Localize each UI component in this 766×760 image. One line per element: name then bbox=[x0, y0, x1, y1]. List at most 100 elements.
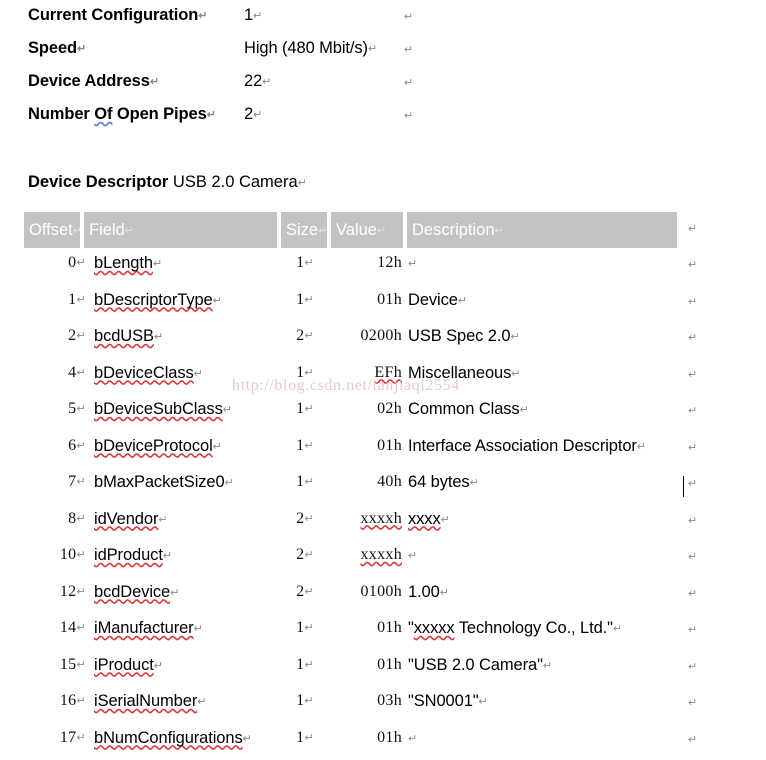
cell-description: Interface Association Descriptor ↵ bbox=[408, 437, 646, 456]
table-row[interactable]: 2 ↵ bcdUSB ↵ 2 ↵ 0200h USB Spec 2.0 ↵ ↵ bbox=[24, 321, 724, 358]
cell-size-text: 1 bbox=[296, 436, 305, 454]
cell-size: 1 ↵ bbox=[274, 364, 314, 382]
paragraph-mark-icon: ↵ bbox=[304, 731, 314, 744]
column-header-field[interactable]: Field ↵ bbox=[84, 212, 277, 248]
cell-offset: 5 ↵ bbox=[24, 400, 86, 418]
table-row[interactable]: 14 ↵ iManufacturer ↵ 1 ↵ 01h "xxxxx Technolo… bbox=[24, 613, 724, 650]
paragraph-mark-icon: ↵ bbox=[76, 622, 86, 634]
paragraph-mark-icon: ↵ bbox=[297, 177, 307, 189]
cell-field: bLength ↵ bbox=[94, 254, 162, 273]
cell-value: 12h bbox=[324, 254, 402, 272]
cell-offset-text: 7 bbox=[68, 473, 77, 490]
cell-field: iSerialNumber ↵ bbox=[94, 692, 206, 711]
cell-size-text: 1 bbox=[296, 363, 305, 381]
device-descriptor-title: Device Descriptor bbox=[28, 173, 169, 191]
cell-field: bcdUSB ↵ bbox=[94, 327, 163, 346]
cell-value-text: 01h bbox=[377, 436, 402, 454]
column-header-offset[interactable]: Offset ↵ bbox=[24, 212, 80, 248]
cell-description: ↵ bbox=[408, 729, 417, 748]
paragraph-mark-icon: ↵ bbox=[408, 550, 418, 562]
cell-description-text: Common Class bbox=[408, 400, 520, 418]
summary-label-text: Speed bbox=[28, 39, 78, 57]
table-row[interactable]: 10 ↵ idProduct ↵ 2 ↵ xxxxh ↵ ↵ bbox=[24, 540, 724, 577]
cell-description: Device ↵ bbox=[408, 291, 467, 310]
column-header-value[interactable]: Value ↵ bbox=[331, 212, 403, 248]
cell-value-text: 01h bbox=[377, 290, 402, 308]
cell-offset-text: 16 bbox=[59, 692, 77, 709]
paragraph-mark-icon: ↵ bbox=[519, 404, 529, 416]
cell-value-text: 03h bbox=[377, 692, 402, 709]
paragraph-mark-icon: ↵ bbox=[439, 586, 449, 599]
paragraph-mark-icon: ↵ bbox=[304, 403, 314, 415]
cell-description-text: 1.00 bbox=[408, 582, 440, 601]
cell-value: 01h bbox=[324, 656, 402, 674]
paragraph-mark-icon: ↵ bbox=[262, 76, 272, 88]
cell-value-text: 01h bbox=[377, 619, 402, 636]
cell-description-text: 64 bytes bbox=[408, 473, 470, 491]
cell-offset: 8 ↵ bbox=[24, 510, 86, 528]
cell-field-text: iProduct bbox=[94, 655, 154, 674]
table-row[interactable]: 6 ↵ bDeviceProtocol ↵ 1 ↵ 01h Interface Asso… bbox=[24, 431, 724, 468]
cell-field: iProduct ↵ bbox=[94, 656, 163, 675]
device-descriptor-table: Offset ↵ Field ↵ Size ↵ Value ↵ Description … bbox=[24, 212, 724, 759]
paragraph-mark-icon: ↵ bbox=[72, 225, 80, 237]
cell-size: 1 ↵ bbox=[274, 473, 314, 491]
table-row[interactable]: 1 ↵ bDescriptorType ↵ 1 ↵ 01h Device ↵ ↵ bbox=[24, 285, 724, 322]
table-row[interactable]: 12 ↵ bcdDevice ↵ 2 ↵ 0100h 1.00 ↵ ↵ bbox=[24, 577, 724, 614]
summary-value-text: 22 bbox=[244, 72, 263, 90]
cell-offset-text: 4 bbox=[68, 363, 77, 381]
table-row[interactable]: 5 ↵ bDeviceSubClass ↵ 1 ↵ 02h Common Class ↵… bbox=[24, 394, 724, 431]
paragraph-mark-icon: ↵ bbox=[253, 109, 263, 121]
cell-size-text: 1 bbox=[296, 692, 305, 709]
paragraph-mark-icon: ↵ bbox=[77, 43, 87, 55]
cell-description: 1.00 ↵ bbox=[408, 583, 449, 602]
cell-value-text: 0200h bbox=[360, 327, 402, 344]
paragraph-mark-icon: ↵ bbox=[76, 585, 86, 598]
paragraph-mark-icon: ↵ bbox=[222, 404, 232, 416]
cell-size-text: 2 bbox=[296, 582, 305, 600]
summary-row: Number Of Open Pipes ↵ 2 ↵ ↵ bbox=[0, 99, 766, 132]
table-row[interactable]: 16 ↵ iSerialNumber ↵ 1 ↵ 03h "SN0001" ↵ ↵ bbox=[24, 686, 724, 723]
paragraph-mark-icon: ↵ bbox=[76, 512, 86, 525]
summary-label: Device Address ↵ bbox=[28, 72, 159, 91]
table-row[interactable]: 0 ↵ bLength ↵ 1 ↵ 12h ↵ ↵ bbox=[24, 248, 724, 285]
device-descriptor-heading: Device Descriptor USB 2.0 Camera ↵ bbox=[28, 173, 307, 192]
summary-row: Device Address ↵ 22 ↵ ↵ bbox=[0, 66, 766, 99]
table-row[interactable]: 17 ↵ bNumConfigurations ↵ 1 ↵ 01h ↵ ↵ bbox=[24, 723, 724, 760]
summary-label: Current Configuration ↵ bbox=[28, 6, 207, 25]
paragraph-mark-icon: ↵ bbox=[688, 223, 698, 235]
cell-description-text: Miscellaneous bbox=[408, 363, 512, 382]
column-header-size[interactable]: Size ↵ bbox=[281, 212, 327, 248]
table-row[interactable]: 4 ↵ bDeviceClass ↵ 1 ↵ EFh Miscellaneous ↵ ↵ bbox=[24, 358, 724, 395]
cell-field: bDeviceClass ↵ bbox=[94, 364, 203, 383]
cell-size-text: 1 bbox=[296, 473, 305, 490]
device-summary-block: Current Configuration ↵ 1 ↵ ↵ Speed ↵ High (… bbox=[0, 0, 766, 132]
cell-value-text: xxxxh bbox=[360, 546, 402, 563]
cell-offset-text: 14 bbox=[59, 619, 77, 636]
cell-description: ↵ bbox=[408, 546, 417, 565]
table-row[interactable]: 8 ↵ idVendor ↵ 2 ↵ xxxxh xxxx ↵ ↵ bbox=[24, 504, 724, 541]
paragraph-mark-icon: ↵ bbox=[193, 367, 203, 380]
column-header-description[interactable]: Description ↵ bbox=[407, 212, 677, 248]
paragraph-mark-icon: ↵ bbox=[304, 549, 314, 561]
paragraph-mark-icon: ↵ bbox=[197, 696, 207, 708]
paragraph-mark-icon: ↵ bbox=[688, 697, 698, 709]
cell-value: 01h bbox=[324, 619, 402, 637]
paragraph-mark-icon: ↵ bbox=[688, 587, 698, 600]
text-caret bbox=[683, 476, 684, 497]
cell-value-text: 0100h bbox=[360, 582, 402, 600]
cell-description-text: Interface Association Descriptor bbox=[408, 436, 637, 455]
cell-value-text: 01h bbox=[377, 728, 402, 746]
table-row[interactable]: 7 ↵ bMaxPacketSize0 ↵ 1 ↵ 40h 64 bytes ↵ ↵ bbox=[24, 467, 724, 504]
cell-value: 02h bbox=[324, 400, 402, 418]
cell-offset-text: 17 bbox=[59, 728, 77, 746]
paragraph-mark-icon: ↵ bbox=[304, 622, 314, 634]
cell-description-text: "USB 2.0 Camera" bbox=[408, 655, 543, 674]
table-row[interactable]: 15 ↵ iProduct ↵ 1 ↵ 01h "USB 2.0 Camera" ↵ ↵ bbox=[24, 650, 724, 687]
cell-description: 64 bytes ↵ bbox=[408, 473, 479, 492]
cell-field-text: bcdDevice bbox=[94, 582, 171, 601]
cell-field: bNumConfigurations ↵ bbox=[94, 729, 252, 748]
paragraph-mark-icon: ↵ bbox=[688, 259, 698, 271]
paragraph-mark-icon: ↵ bbox=[304, 695, 314, 707]
paragraph-mark-icon: ↵ bbox=[688, 441, 698, 454]
